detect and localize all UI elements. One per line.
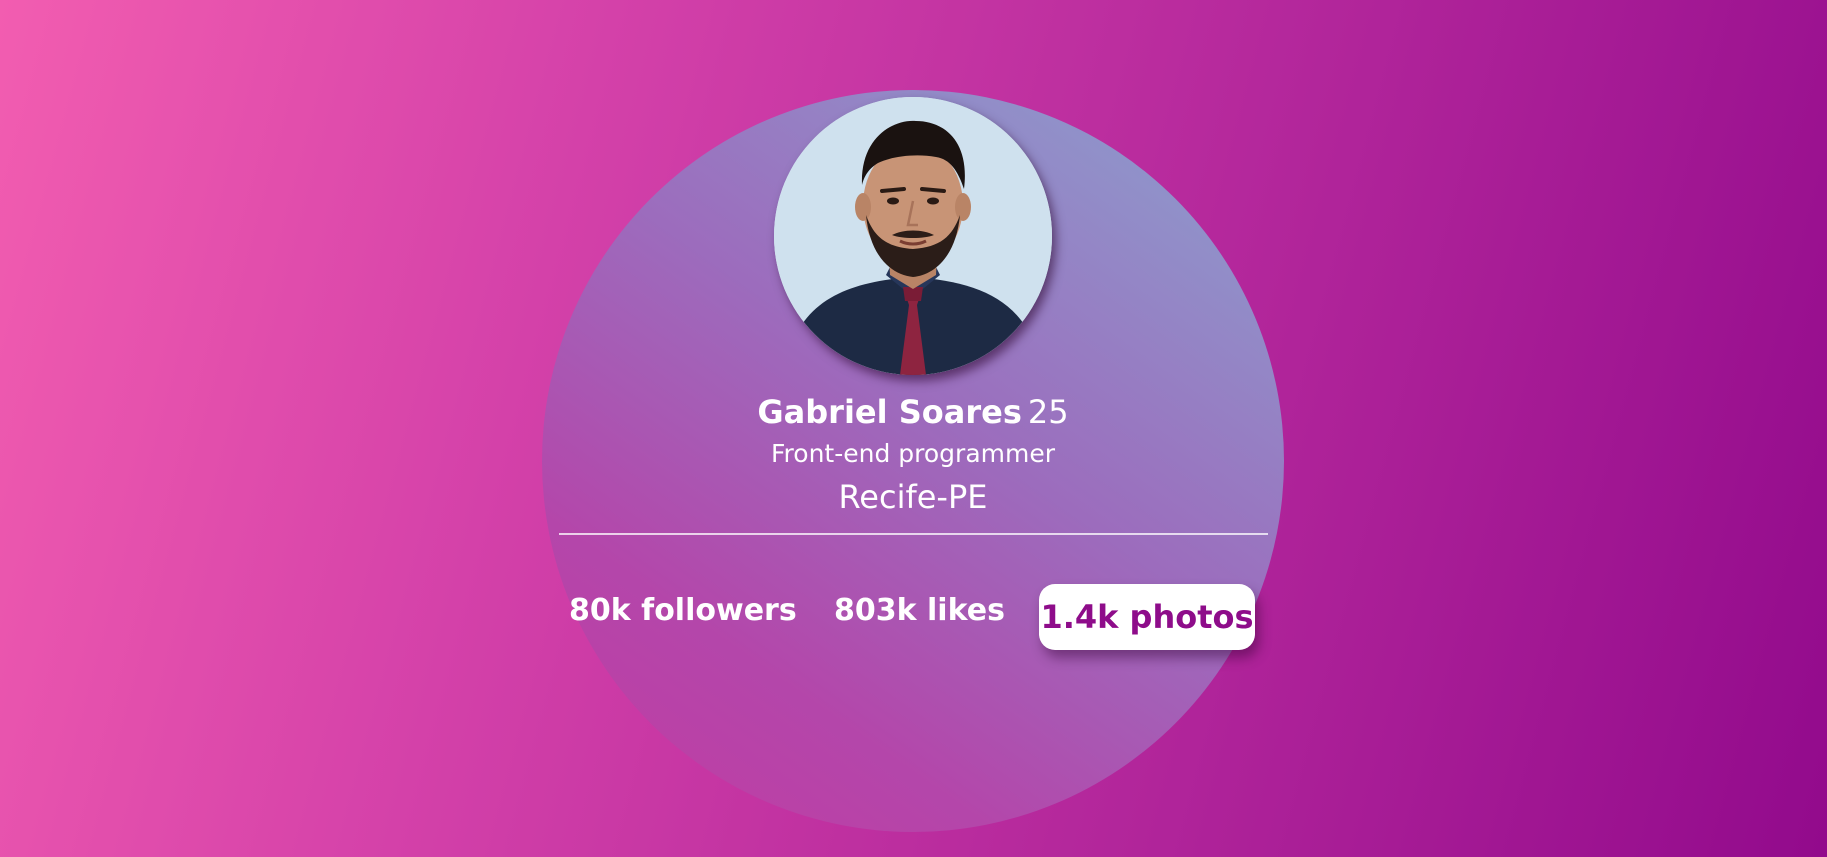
likes-stat[interactable]: 803k likes (834, 591, 1005, 631)
avatar-portrait (774, 97, 1052, 375)
profile-name-line: Gabriel Soares 25 (542, 390, 1284, 434)
profile-location: Recife-PE (838, 478, 988, 516)
profile-job-title: Front-end programmer (770, 439, 1056, 468)
profile-age: 25 (1027, 393, 1069, 431)
followers-stat[interactable]: 80k followers (569, 591, 797, 631)
divider (559, 533, 1268, 535)
profile-name: Gabriel Soares (757, 393, 1022, 431)
avatar (774, 97, 1052, 375)
photos-stat-button[interactable]: 1.4k photos (1039, 584, 1255, 650)
